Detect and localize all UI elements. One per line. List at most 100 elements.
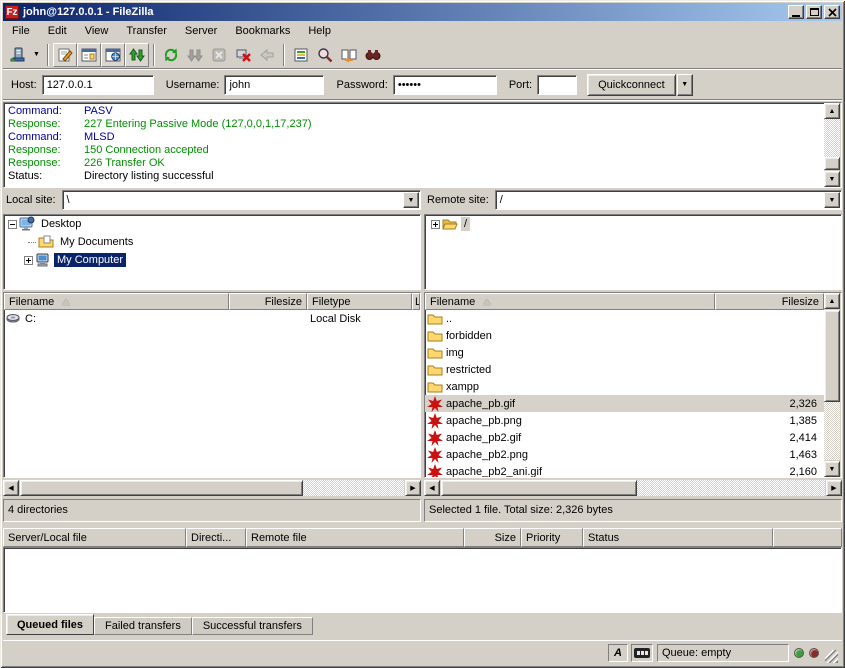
expand-icon[interactable] bbox=[431, 220, 440, 229]
menu-bookmarks[interactable]: Bookmarks bbox=[226, 22, 299, 40]
remote-horizontal-scrollbar[interactable]: ◀ ▶ bbox=[424, 480, 842, 497]
column-header-filetype[interactable]: Filetype bbox=[307, 293, 412, 310]
site-manager-button[interactable] bbox=[6, 43, 30, 67]
column-header-filename[interactable]: Filename bbox=[4, 293, 229, 310]
toggle-remote-treeview-button[interactable] bbox=[101, 43, 125, 67]
local-list-body[interactable]: C: Local Disk bbox=[4, 310, 420, 477]
remote-file-row[interactable]: restricted bbox=[425, 361, 824, 378]
scroll-down-icon[interactable]: ▼ bbox=[824, 171, 840, 187]
column-header-filename[interactable]: Filename bbox=[425, 293, 715, 310]
refresh-button[interactable] bbox=[159, 43, 183, 67]
remote-file-row[interactable]: apache_pb2_ani.gif 2,160 bbox=[425, 463, 824, 477]
scroll-up-icon[interactable]: ▲ bbox=[824, 293, 840, 309]
remote-file-row[interactable]: xampp bbox=[425, 378, 824, 395]
disconnect-button[interactable] bbox=[231, 43, 255, 67]
scrollbar-track[interactable] bbox=[637, 480, 825, 496]
maximize-button[interactable] bbox=[806, 5, 822, 19]
tree-item-my-computer[interactable]: My Computer bbox=[4, 251, 420, 269]
column-header-size[interactable]: Size bbox=[464, 528, 521, 547]
synchronized-browsing-button[interactable] bbox=[337, 43, 361, 67]
speed-limit-indicator-icon[interactable] bbox=[631, 644, 653, 662]
scrollbar-track[interactable] bbox=[303, 480, 404, 496]
reconnect-button[interactable] bbox=[255, 43, 279, 67]
menu-view[interactable]: View bbox=[76, 22, 118, 40]
folder-icon bbox=[427, 328, 443, 344]
scroll-left-icon[interactable]: ◀ bbox=[3, 480, 19, 496]
column-header-status[interactable]: Status bbox=[583, 528, 773, 547]
remote-file-row[interactable]: forbidden bbox=[425, 327, 824, 344]
site-manager-dropdown-button[interactable]: ▼ bbox=[30, 44, 43, 66]
toggle-local-treeview-button[interactable] bbox=[77, 43, 101, 67]
remote-site-combobox[interactable]: / ▼ bbox=[495, 190, 842, 210]
collapse-icon[interactable] bbox=[8, 220, 17, 229]
resize-grip[interactable] bbox=[825, 650, 838, 663]
log-vertical-scrollbar[interactable]: ▲ ▼ bbox=[824, 103, 841, 187]
scrollbar-track[interactable] bbox=[824, 402, 840, 460]
titlebar[interactable]: Fz john@127.0.0.1 - FileZilla bbox=[3, 3, 842, 21]
scroll-right-icon[interactable]: ▶ bbox=[826, 480, 842, 496]
local-horizontal-scrollbar[interactable]: ◀ ▶ bbox=[3, 480, 421, 497]
toggle-transfer-queue-button[interactable] bbox=[125, 43, 149, 67]
find-files-button[interactable] bbox=[361, 43, 385, 67]
scrollbar-track[interactable] bbox=[824, 119, 840, 157]
remote-file-row[interactable]: img bbox=[425, 344, 824, 361]
column-header-priority[interactable]: Priority bbox=[521, 528, 583, 547]
menu-transfer[interactable]: Transfer bbox=[117, 22, 176, 40]
scrollbar-thumb[interactable] bbox=[824, 157, 840, 170]
remote-file-row-selected[interactable]: apache_pb.gif 2,326 bbox=[425, 395, 824, 412]
tree-item-root[interactable]: / bbox=[425, 215, 841, 233]
message-log[interactable]: Command:PASV Response:227 Entering Passi… bbox=[3, 102, 842, 188]
remote-list-body[interactable]: .. forbidden img restricted bbox=[425, 310, 824, 477]
local-directory-tree[interactable]: Desktop My Documents bbox=[3, 214, 421, 290]
remote-file-row[interactable]: .. bbox=[425, 310, 824, 327]
directory-comparison-button[interactable] bbox=[313, 43, 337, 67]
column-header-filesize[interactable]: Filesize bbox=[229, 293, 307, 310]
column-header-server-local-file[interactable]: Server/Local file bbox=[3, 528, 186, 547]
scrollbar-thumb[interactable] bbox=[20, 480, 303, 496]
column-header-remote-file[interactable]: Remote file bbox=[246, 528, 464, 547]
tab-failed-transfers[interactable]: Failed transfers bbox=[94, 617, 192, 635]
menu-server[interactable]: Server bbox=[176, 22, 226, 40]
menu-help[interactable]: Help bbox=[299, 22, 340, 40]
remote-file-row[interactable]: apache_pb2.png 1,463 bbox=[425, 446, 824, 463]
filter-button[interactable] bbox=[289, 43, 313, 67]
scroll-right-icon[interactable]: ▶ bbox=[405, 480, 421, 496]
local-file-row[interactable]: C: Local Disk bbox=[4, 310, 420, 327]
column-header-direction[interactable]: Directi... bbox=[186, 528, 246, 547]
host-input[interactable] bbox=[42, 75, 154, 95]
scroll-up-icon[interactable]: ▲ bbox=[824, 103, 840, 119]
quickconnect-button[interactable]: Quickconnect bbox=[587, 74, 676, 96]
toggle-message-log-button[interactable] bbox=[53, 43, 77, 67]
queue-body[interactable] bbox=[3, 547, 842, 613]
minimize-button[interactable] bbox=[788, 5, 804, 19]
local-site-combobox[interactable]: \ ▼ bbox=[62, 190, 421, 210]
username-input[interactable] bbox=[224, 75, 324, 95]
process-queue-button[interactable] bbox=[183, 43, 207, 67]
expand-icon[interactable] bbox=[24, 256, 33, 265]
scrollbar-thumb[interactable] bbox=[441, 480, 637, 496]
remote-directory-tree[interactable]: / bbox=[424, 214, 842, 290]
remote-vertical-scrollbar[interactable]: ▲ ▼ bbox=[824, 293, 841, 477]
chevron-down-icon[interactable]: ▼ bbox=[824, 192, 840, 208]
tab-queued-files[interactable]: Queued files bbox=[6, 614, 94, 635]
close-button[interactable] bbox=[824, 5, 840, 19]
column-header-filesize[interactable]: Filesize bbox=[715, 293, 824, 310]
remote-file-row[interactable]: apache_pb.png 1,385 bbox=[425, 412, 824, 429]
menu-file[interactable]: File bbox=[3, 22, 39, 40]
menu-edit[interactable]: Edit bbox=[39, 22, 76, 40]
tab-successful-transfers[interactable]: Successful transfers bbox=[192, 617, 313, 635]
quickconnect-dropdown-button[interactable]: ▼ bbox=[677, 74, 693, 96]
scrollbar-thumb[interactable] bbox=[824, 310, 840, 402]
data-type-indicator-icon[interactable]: A bbox=[608, 644, 628, 662]
password-input[interactable] bbox=[393, 75, 497, 95]
tree-item-desktop[interactable]: Desktop bbox=[4, 215, 420, 233]
scroll-down-icon[interactable]: ▼ bbox=[824, 461, 840, 477]
scroll-left-icon[interactable]: ◀ bbox=[424, 480, 440, 496]
chevron-down-icon[interactable]: ▼ bbox=[403, 192, 419, 208]
cancel-operation-button[interactable] bbox=[207, 43, 231, 67]
port-input[interactable] bbox=[537, 75, 577, 95]
column-header-last-modified[interactable]: L bbox=[412, 293, 420, 310]
synchronized-browsing-icon bbox=[341, 47, 357, 63]
tree-item-my-documents[interactable]: My Documents bbox=[4, 233, 420, 251]
remote-file-row[interactable]: apache_pb2.gif 2,414 bbox=[425, 429, 824, 446]
